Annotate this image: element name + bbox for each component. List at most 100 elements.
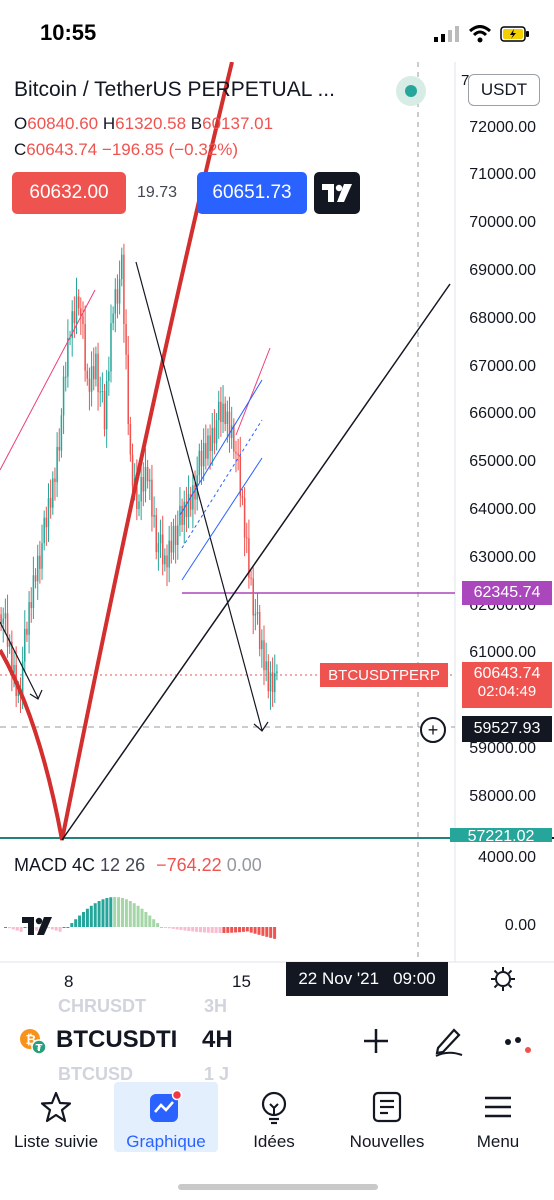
macd-slow: 26 bbox=[125, 855, 146, 875]
change-value: −196.85 bbox=[101, 140, 164, 159]
candle-body bbox=[263, 640, 265, 671]
price-axis-tick: 70000.00 bbox=[469, 214, 536, 232]
cursor-date-label: 22 Nov '21 09:00 bbox=[286, 962, 448, 996]
channel-line bbox=[181, 419, 263, 549]
candle-body bbox=[86, 370, 89, 379]
candle-body bbox=[43, 517, 45, 544]
macd-histogram-bar bbox=[113, 897, 117, 927]
candle-body bbox=[101, 391, 104, 393]
buy-button[interactable]: 60651.73 bbox=[197, 172, 307, 214]
candle-body bbox=[261, 640, 263, 650]
level-price-tag: 62345.74 bbox=[462, 581, 552, 605]
macd-histogram-bar bbox=[257, 927, 261, 935]
candle-body bbox=[194, 485, 196, 500]
ghost-timeframe-above: 3H bbox=[204, 996, 228, 1016]
macd-histogram-bar bbox=[85, 908, 89, 927]
macd-histogram-bar bbox=[210, 927, 214, 933]
candle-body bbox=[265, 661, 267, 671]
add-alert-icon[interactable]: + bbox=[420, 717, 446, 743]
candle-body bbox=[252, 578, 254, 616]
candle-body bbox=[30, 602, 33, 609]
home-indicator bbox=[178, 1184, 378, 1190]
candle-body bbox=[92, 366, 95, 380]
candle-body bbox=[2, 618, 4, 624]
candle-body bbox=[276, 671, 278, 674]
macd-histogram-bar bbox=[140, 908, 144, 927]
nav-label: Graphique bbox=[126, 1132, 206, 1151]
candle-body bbox=[49, 498, 52, 508]
macd-axis-tick: 4000.00 bbox=[478, 849, 536, 866]
tradingview-logo-icon[interactable] bbox=[314, 172, 360, 214]
symbol-title[interactable]: Bitcoin / TetherUS PERPETUAL ... bbox=[14, 78, 335, 102]
candle-body bbox=[153, 515, 155, 517]
candle-body bbox=[75, 296, 78, 324]
macd-histogram-bar bbox=[238, 927, 241, 933]
symbol-price-label: BTCUSDTPERP bbox=[320, 663, 448, 687]
candle-body bbox=[166, 555, 168, 568]
macd-histogram-bar bbox=[89, 905, 93, 927]
macd-histogram-bar bbox=[66, 927, 70, 928]
candle-body bbox=[155, 515, 157, 553]
candle-body bbox=[112, 313, 114, 324]
candle-body bbox=[172, 525, 175, 553]
candle-body bbox=[168, 540, 170, 568]
candle-body bbox=[121, 254, 123, 280]
macd-histogram-bar bbox=[93, 903, 97, 927]
more-options-icon[interactable] bbox=[504, 1034, 534, 1059]
candle-body bbox=[211, 427, 214, 452]
candle-body bbox=[269, 672, 272, 692]
sell-button[interactable]: 60632.00 bbox=[12, 172, 126, 214]
candle-body bbox=[267, 661, 270, 692]
macd-value: −764.22 bbox=[156, 855, 222, 875]
price-axis-tick: 63000.00 bbox=[469, 548, 536, 566]
macd-histogram-bar bbox=[105, 898, 109, 927]
candle-body bbox=[140, 477, 142, 502]
macd-legend[interactable]: MACD 4C 12 26 −764.22 0.00 bbox=[14, 855, 262, 876]
candle-body bbox=[24, 628, 26, 662]
timeframe-selector[interactable]: 4H bbox=[202, 1026, 233, 1054]
macd-histogram-bar bbox=[152, 919, 156, 927]
hamburger-icon bbox=[485, 1096, 511, 1118]
candle-body bbox=[4, 613, 7, 619]
macd-histogram-bar bbox=[273, 927, 277, 939]
macd-histogram-bar bbox=[183, 927, 187, 931]
nav-chart[interactable]: Graphique bbox=[114, 1082, 218, 1152]
candle-body bbox=[151, 479, 153, 517]
chart-icon bbox=[150, 1090, 183, 1122]
macd-signal: 0.00 bbox=[226, 855, 262, 875]
star-icon bbox=[40, 1091, 72, 1123]
price-axis-tick: 67000.00 bbox=[469, 357, 536, 375]
candle-body bbox=[200, 450, 203, 467]
high-label: H bbox=[102, 114, 116, 133]
candle-body bbox=[146, 467, 149, 482]
nav-watchlist[interactable]: Liste suivie bbox=[4, 1082, 108, 1152]
symbol-selector[interactable]: BTCUSDTI bbox=[56, 1026, 177, 1054]
candle-body bbox=[215, 420, 218, 444]
open-value: 60840.60 bbox=[27, 114, 99, 133]
market-status-icon[interactable] bbox=[396, 76, 426, 106]
nav-label: Liste suivie bbox=[13, 1132, 99, 1151]
trendline-drawing bbox=[0, 289, 96, 471]
candle-body bbox=[99, 391, 101, 393]
macd-histogram-bar bbox=[214, 927, 218, 933]
macd-histogram-bar bbox=[199, 927, 202, 933]
chart-settings-icon[interactable] bbox=[490, 966, 516, 997]
currency-button[interactable]: USDT bbox=[468, 74, 540, 106]
drawing-tools-icon[interactable] bbox=[432, 1024, 466, 1063]
low-label: B bbox=[190, 114, 203, 133]
candle-body bbox=[144, 467, 147, 492]
nav-ideas[interactable]: Idées bbox=[222, 1082, 326, 1152]
nav-menu[interactable]: Menu bbox=[446, 1082, 550, 1152]
macd-histogram-bar bbox=[230, 927, 234, 933]
candle-body bbox=[47, 498, 50, 528]
candle-body bbox=[103, 391, 106, 430]
add-indicator-icon[interactable] bbox=[362, 1027, 390, 1060]
candle-body bbox=[41, 543, 43, 569]
candle-body bbox=[73, 311, 76, 324]
nav-label: Nouvelles bbox=[349, 1132, 425, 1151]
nav-news[interactable]: Nouvelles bbox=[334, 1082, 440, 1152]
macd-histogram-bar bbox=[70, 923, 74, 927]
candle-body bbox=[118, 279, 121, 304]
lightbulb-icon bbox=[261, 1091, 287, 1125]
candle-body bbox=[84, 324, 86, 371]
